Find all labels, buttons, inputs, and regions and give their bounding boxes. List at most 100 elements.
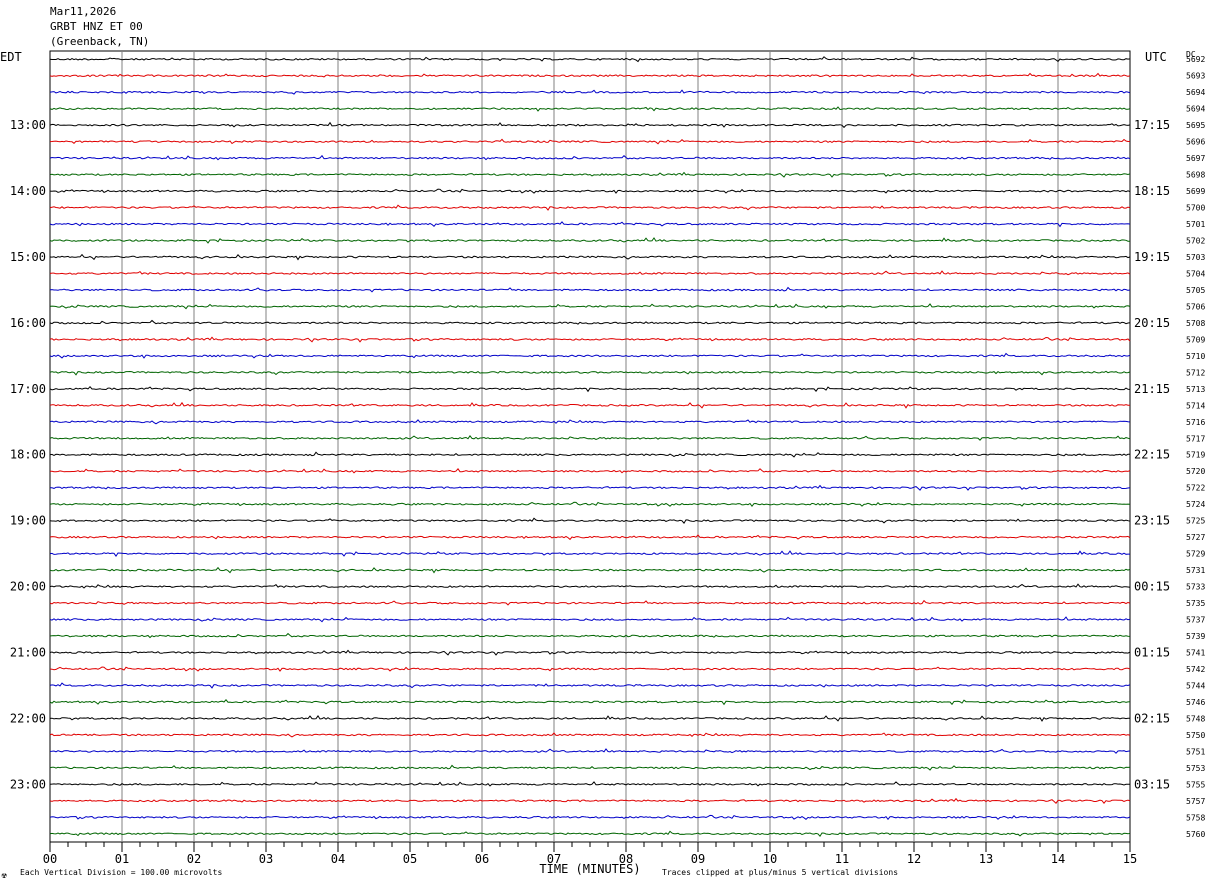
dc-offset-label: 5729: [1186, 550, 1205, 559]
dc-offset-label: 5719: [1186, 451, 1205, 460]
dc-offset-label: 5705: [1186, 286, 1205, 295]
trace-line: [49, 583, 1131, 589]
dc-offset-label: 5699: [1186, 187, 1205, 196]
trace-line: [49, 748, 1131, 754]
trace-line: [49, 682, 1131, 689]
dc-offset-label: 5713: [1186, 385, 1205, 394]
trace-line: [49, 385, 1131, 393]
logo-icon: ☢: [1, 872, 7, 880]
trace-line: [49, 370, 1131, 376]
trace-line: [49, 467, 1131, 474]
dc-offset-label: 5722: [1186, 484, 1205, 493]
dc-offset-label: 5739: [1186, 632, 1205, 641]
x-tick-label: 11: [835, 852, 849, 866]
dc-offset-label: 5698: [1186, 171, 1205, 180]
dc-offset-label: 5727: [1186, 533, 1205, 542]
trace-line: [49, 419, 1131, 425]
dc-offset-label: 5703: [1186, 253, 1205, 262]
trace-line: [49, 534, 1131, 541]
trace-line: [49, 599, 1131, 606]
hour-label-edt: 13:00: [10, 118, 46, 132]
trace-line: [49, 72, 1131, 78]
dc-offset-label: 5757: [1186, 797, 1205, 806]
dc-offset-label: 5701: [1186, 220, 1205, 229]
hour-label-edt: 18:00: [10, 448, 46, 462]
dc-offset-label: 5758: [1186, 813, 1205, 822]
dc-offset-label: 5748: [1186, 714, 1205, 723]
hour-label-utc: 22:15: [1134, 448, 1170, 462]
dc-offset-label: 5751: [1186, 747, 1205, 756]
x-tick-label: 04: [331, 852, 345, 866]
scale-note: Each Vertical Division = 100.00 microvol…: [20, 868, 222, 877]
dc-offset-label: 5746: [1186, 698, 1205, 707]
trace-line: [49, 253, 1131, 261]
hour-label-edt: 20:00: [10, 580, 46, 594]
dc-offset-label: 5731: [1186, 566, 1205, 575]
dc-offset-label: 5737: [1186, 616, 1205, 625]
hour-label-edt: 17:00: [10, 382, 46, 396]
hour-label-utc: 19:15: [1134, 250, 1170, 264]
x-tick-label: 03: [259, 852, 273, 866]
hour-label-utc: 17:15: [1134, 118, 1170, 132]
x-tick-label: 14: [1051, 852, 1065, 866]
hour-label-edt: 23:00: [10, 777, 46, 791]
dc-offset-label: 5714: [1186, 401, 1205, 410]
trace-line: [49, 797, 1131, 805]
hour-label-utc: 01:15: [1134, 645, 1170, 659]
trace-line: [49, 221, 1131, 228]
dc-offset-label: 5725: [1186, 517, 1205, 526]
trace-line: [49, 89, 1131, 95]
plot-frame: [49, 50, 1131, 843]
trace-line: [49, 699, 1131, 706]
trace-line: [49, 666, 1131, 672]
x-tick-label: 06: [475, 852, 489, 866]
dc-offset-label: 5708: [1186, 319, 1205, 328]
dc-offset-label: 5760: [1186, 830, 1205, 839]
trace-line: [49, 204, 1131, 211]
dc-offset-label: 5695: [1186, 121, 1205, 130]
trace-line: [49, 781, 1131, 787]
trace-line: [49, 121, 1131, 129]
trace-line: [49, 188, 1131, 194]
trace-line: [49, 732, 1131, 738]
trace-line: [49, 154, 1131, 161]
dc-offset-label: 5755: [1186, 780, 1205, 789]
hour-label-utc: 20:15: [1134, 316, 1170, 330]
hour-label-edt: 22:00: [10, 711, 46, 725]
trace-line: [49, 336, 1131, 343]
x-tick-label: 13: [979, 852, 993, 866]
dc-offset-label: 5720: [1186, 467, 1205, 476]
hour-label-edt: 19:00: [10, 514, 46, 528]
trace-line: [49, 501, 1131, 508]
dc-offset-label: 5724: [1186, 500, 1205, 509]
trace-line: [49, 106, 1131, 112]
dc-offset-label: 5744: [1186, 681, 1205, 690]
hour-label-edt: 15:00: [10, 250, 46, 264]
dc-offset-label: 5735: [1186, 599, 1205, 608]
x-tick-label: 05: [403, 852, 417, 866]
trace-line: [49, 56, 1131, 63]
hour-label-utc: 23:15: [1134, 514, 1170, 528]
x-tick-label: 10: [763, 852, 777, 866]
dc-header-label: DC: [1186, 50, 1196, 59]
dc-offset-label: 5700: [1186, 204, 1205, 213]
trace-line: [49, 517, 1131, 524]
trace-line: [49, 632, 1131, 639]
hour-label-utc: 21:15: [1134, 382, 1170, 396]
trace-line: [49, 286, 1131, 293]
dc-offset-label: 5697: [1186, 154, 1205, 163]
dc-offset-label: 5716: [1186, 418, 1205, 427]
dc-offset-label: 5702: [1186, 237, 1205, 246]
trace-line: [49, 649, 1131, 656]
dc-offset-label: 5710: [1186, 352, 1205, 361]
x-tick-label: 00: [43, 852, 57, 866]
trace-line: [49, 401, 1130, 409]
dc-offset-label: 5750: [1186, 731, 1205, 740]
dc-offset-label: 5709: [1186, 335, 1205, 344]
trace-line: [49, 352, 1131, 359]
dc-offset-label: 5712: [1186, 368, 1205, 377]
dc-offset-label: 5704: [1186, 269, 1205, 278]
dc-offset-label: 5741: [1186, 648, 1205, 657]
hour-label-utc: 00:15: [1134, 580, 1170, 594]
trace-line: [49, 550, 1130, 557]
